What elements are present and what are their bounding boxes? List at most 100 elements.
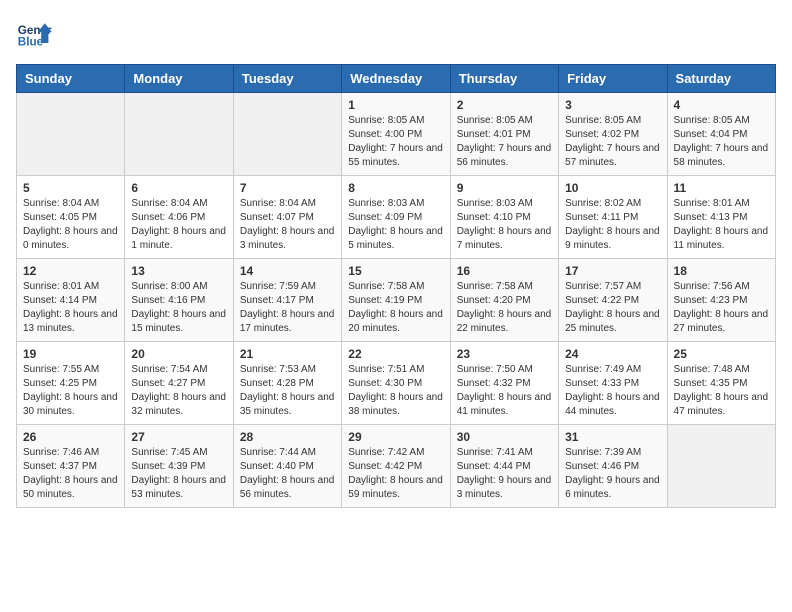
day-number: 11 <box>674 181 769 195</box>
calendar-cell: 21 Sunrise: 7:53 AMSunset: 4:28 PMDayligh… <box>233 342 341 425</box>
cell-content: Sunrise: 8:03 AMSunset: 4:09 PMDaylight:… <box>348 197 443 253</box>
calendar-cell: 3 Sunrise: 8:05 AMSunset: 4:02 PMDaylight… <box>559 93 667 176</box>
calendar-cell: 25 Sunrise: 7:48 AMSunset: 4:35 PMDayligh… <box>667 342 775 425</box>
calendar-cell: 27 Sunrise: 7:45 AMSunset: 4:39 PMDayligh… <box>125 425 233 508</box>
day-number: 6 <box>131 181 226 195</box>
day-number: 29 <box>348 430 443 444</box>
cell-content: Sunrise: 7:53 AMSunset: 4:28 PMDaylight:… <box>240 363 335 419</box>
cell-content: Sunrise: 7:56 AMSunset: 4:23 PMDaylight:… <box>674 280 769 336</box>
calendar-cell: 23 Sunrise: 7:50 AMSunset: 4:32 PMDayligh… <box>450 342 558 425</box>
calendar-cell <box>125 93 233 176</box>
cell-content: Sunrise: 7:50 AMSunset: 4:32 PMDaylight:… <box>457 363 552 419</box>
weekday-header-sunday: Sunday <box>17 65 125 93</box>
day-number: 12 <box>23 264 118 278</box>
day-number: 14 <box>240 264 335 278</box>
cell-content: Sunrise: 7:58 AMSunset: 4:20 PMDaylight:… <box>457 280 552 336</box>
calendar-cell: 4 Sunrise: 8:05 AMSunset: 4:04 PMDaylight… <box>667 93 775 176</box>
calendar-week-5: 26 Sunrise: 7:46 AMSunset: 4:37 PMDayligh… <box>17 425 776 508</box>
weekday-header-thursday: Thursday <box>450 65 558 93</box>
calendar-cell: 9Sunrise: 8:03 AMSunset: 4:10 PMDaylight… <box>450 176 558 259</box>
day-number: 23 <box>457 347 552 361</box>
calendar-week-4: 19Sunrise: 7:55 AMSunset: 4:25 PMDayligh… <box>17 342 776 425</box>
cell-content: Sunrise: 8:01 AMSunset: 4:14 PMDaylight:… <box>23 280 118 336</box>
calendar-week-3: 12 Sunrise: 8:01 AMSunset: 4:14 PMDayligh… <box>17 259 776 342</box>
cell-content: Sunrise: 7:42 AMSunset: 4:42 PMDaylight:… <box>348 446 443 502</box>
cell-content: Sunrise: 7:54 AMSunset: 4:27 PMDaylight:… <box>131 363 226 419</box>
day-number: 8 <box>348 181 443 195</box>
day-number: 2 <box>457 98 552 112</box>
calendar-cell: 18 Sunrise: 7:56 AMSunset: 4:23 PMDayligh… <box>667 259 775 342</box>
day-number: 25 <box>674 347 769 361</box>
day-number: 20 <box>131 347 226 361</box>
calendar-cell: 11Sunrise: 8:01 AMSunset: 4:13 PMDayligh… <box>667 176 775 259</box>
cell-content: Sunrise: 7:59 AMSunset: 4:17 PMDaylight:… <box>240 280 335 336</box>
calendar-cell: 5 Sunrise: 8:04 AMSunset: 4:05 PMDaylight… <box>17 176 125 259</box>
day-number: 31 <box>565 430 660 444</box>
day-number: 4 <box>674 98 769 112</box>
calendar-cell: 8 Sunrise: 8:03 AMSunset: 4:09 PMDaylight… <box>342 176 450 259</box>
cell-content: Sunrise: 7:57 AMSunset: 4:22 PMDaylight:… <box>565 280 660 336</box>
cell-content: Sunrise: 7:51 AMSunset: 4:30 PMDaylight:… <box>348 363 443 419</box>
day-number: 15 <box>348 264 443 278</box>
cell-content: Sunrise: 7:45 AMSunset: 4:39 PMDaylight:… <box>131 446 226 502</box>
calendar-cell: 10Sunrise: 8:02 AMSunset: 4:11 PMDayligh… <box>559 176 667 259</box>
cell-content: Sunrise: 8:05 AMSunset: 4:02 PMDaylight:… <box>565 114 660 170</box>
calendar-cell: 14 Sunrise: 7:59 AMSunset: 4:17 PMDayligh… <box>233 259 341 342</box>
day-number: 5 <box>23 181 118 195</box>
cell-content: Sunrise: 7:55 AMSunset: 4:25 PMDaylight:… <box>23 363 118 419</box>
cell-content: Sunrise: 8:05 AMSunset: 4:00 PMDaylight:… <box>348 114 443 170</box>
cell-content: Sunrise: 8:04 AMSunset: 4:07 PMDaylight:… <box>240 197 335 253</box>
calendar-cell: 29 Sunrise: 7:42 AMSunset: 4:42 PMDayligh… <box>342 425 450 508</box>
cell-content: Sunrise: 8:03 AMSunset: 4:10 PMDaylight:… <box>457 197 552 253</box>
day-number: 3 <box>565 98 660 112</box>
calendar-week-2: 5 Sunrise: 8:04 AMSunset: 4:05 PMDaylight… <box>17 176 776 259</box>
calendar-cell: 12 Sunrise: 8:01 AMSunset: 4:14 PMDayligh… <box>17 259 125 342</box>
calendar-cell: 17 Sunrise: 7:57 AMSunset: 4:22 PMDayligh… <box>559 259 667 342</box>
calendar-cell: 20 Sunrise: 7:54 AMSunset: 4:27 PMDayligh… <box>125 342 233 425</box>
weekday-header-wednesday: Wednesday <box>342 65 450 93</box>
day-number: 18 <box>674 264 769 278</box>
cell-content: Sunrise: 7:41 AMSunset: 4:44 PMDaylight:… <box>457 446 552 502</box>
cell-content: Sunrise: 8:05 AMSunset: 4:01 PMDaylight:… <box>457 114 552 170</box>
day-number: 27 <box>131 430 226 444</box>
calendar-week-1: 1Sunrise: 8:05 AMSunset: 4:00 PMDaylight… <box>17 93 776 176</box>
calendar-cell: 7 Sunrise: 8:04 AMSunset: 4:07 PMDaylight… <box>233 176 341 259</box>
calendar-cell: 1Sunrise: 8:05 AMSunset: 4:00 PMDaylight… <box>342 93 450 176</box>
calendar-cell: 28Sunrise: 7:44 AMSunset: 4:40 PMDayligh… <box>233 425 341 508</box>
logo-icon: General Blue <box>16 16 52 52</box>
calendar-cell: 22 Sunrise: 7:51 AMSunset: 4:30 PMDayligh… <box>342 342 450 425</box>
calendar-cell: 30 Sunrise: 7:41 AMSunset: 4:44 PMDayligh… <box>450 425 558 508</box>
cell-content: Sunrise: 8:00 AMSunset: 4:16 PMDaylight:… <box>131 280 226 336</box>
calendar-cell: 24Sunrise: 7:49 AMSunset: 4:33 PMDayligh… <box>559 342 667 425</box>
day-number: 17 <box>565 264 660 278</box>
calendar-cell: 26 Sunrise: 7:46 AMSunset: 4:37 PMDayligh… <box>17 425 125 508</box>
calendar-cell: 13Sunrise: 8:00 AMSunset: 4:16 PMDayligh… <box>125 259 233 342</box>
calendar-cell <box>667 425 775 508</box>
day-number: 7 <box>240 181 335 195</box>
day-number: 22 <box>348 347 443 361</box>
cell-content: Sunrise: 8:05 AMSunset: 4:04 PMDaylight:… <box>674 114 769 170</box>
cell-content: Sunrise: 7:44 AMSunset: 4:40 PMDaylight:… <box>240 446 335 502</box>
calendar-cell: 2 Sunrise: 8:05 AMSunset: 4:01 PMDaylight… <box>450 93 558 176</box>
day-number: 30 <box>457 430 552 444</box>
page-header: General Blue <box>16 16 776 52</box>
calendar-header-row: SundayMondayTuesdayWednesdayThursdayFrid… <box>17 65 776 93</box>
cell-content: Sunrise: 7:48 AMSunset: 4:35 PMDaylight:… <box>674 363 769 419</box>
cell-content: Sunrise: 7:58 AMSunset: 4:19 PMDaylight:… <box>348 280 443 336</box>
weekday-header-monday: Monday <box>125 65 233 93</box>
day-number: 26 <box>23 430 118 444</box>
svg-text:Blue: Blue <box>18 36 44 49</box>
cell-content: Sunrise: 8:04 AMSunset: 4:05 PMDaylight:… <box>23 197 118 253</box>
day-number: 21 <box>240 347 335 361</box>
calendar-cell: 6Sunrise: 8:04 AMSunset: 4:06 PMDaylight… <box>125 176 233 259</box>
weekday-header-tuesday: Tuesday <box>233 65 341 93</box>
calendar-table: SundayMondayTuesdayWednesdayThursdayFrid… <box>16 64 776 508</box>
day-number: 16 <box>457 264 552 278</box>
cell-content: Sunrise: 8:02 AMSunset: 4:11 PMDaylight:… <box>565 197 660 253</box>
cell-content: Sunrise: 7:46 AMSunset: 4:37 PMDaylight:… <box>23 446 118 502</box>
calendar-cell: 31Sunrise: 7:39 AMSunset: 4:46 PMDayligh… <box>559 425 667 508</box>
calendar-cell <box>17 93 125 176</box>
cell-content: Sunrise: 7:49 AMSunset: 4:33 PMDaylight:… <box>565 363 660 419</box>
calendar-cell: 19Sunrise: 7:55 AMSunset: 4:25 PMDayligh… <box>17 342 125 425</box>
calendar-cell <box>233 93 341 176</box>
